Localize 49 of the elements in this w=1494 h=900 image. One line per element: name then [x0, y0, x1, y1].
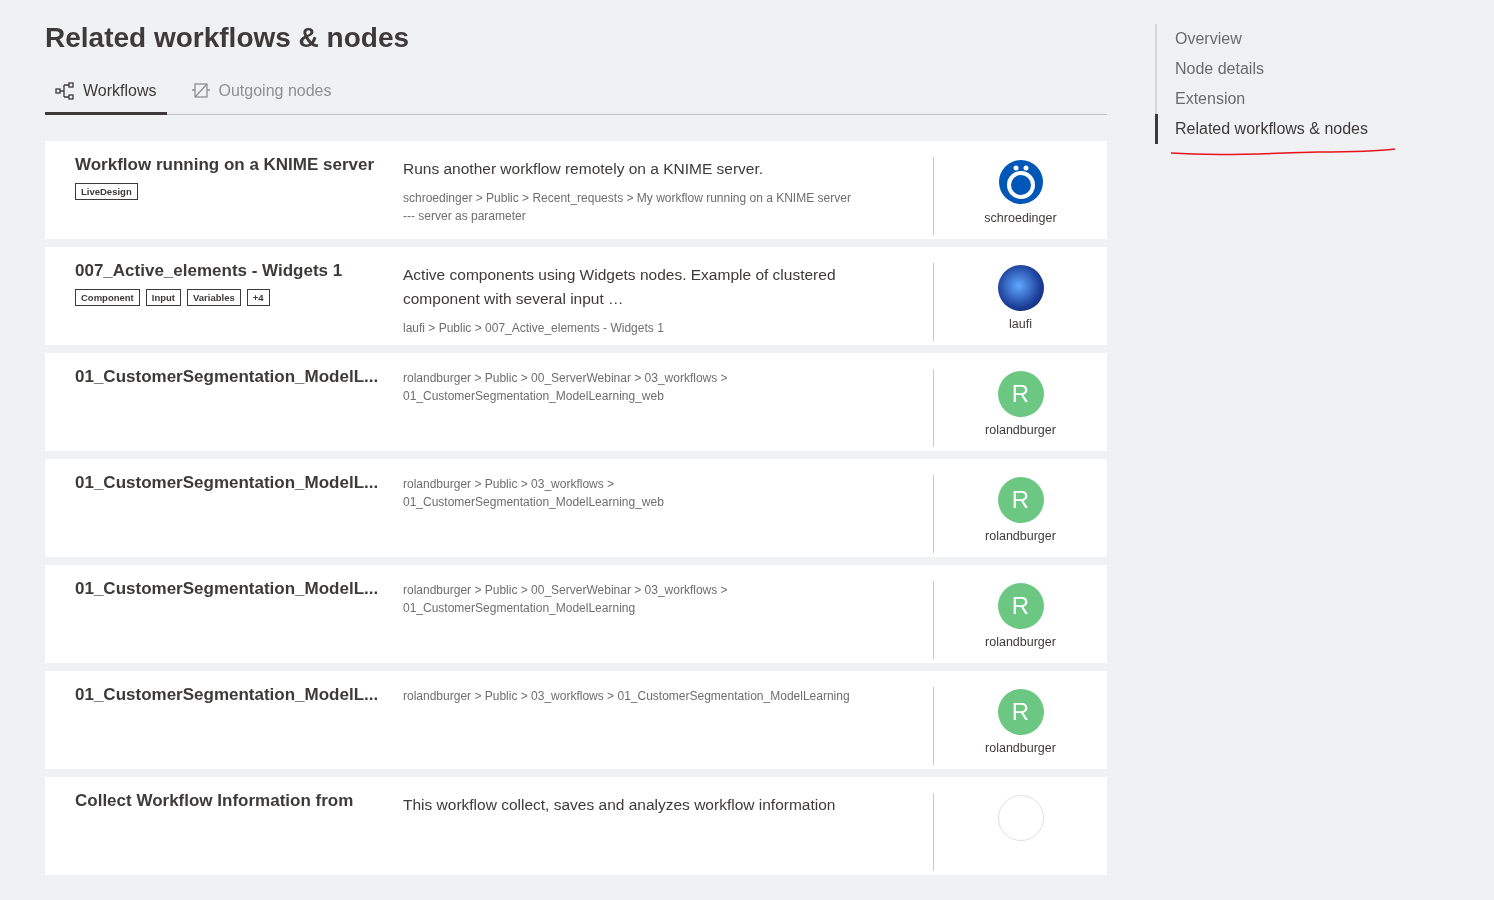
workflow-icon: [55, 82, 75, 100]
workflow-description: This workflow collect, saves and analyzes workflow information: [403, 795, 837, 815]
username[interactable]: rolandburger: [985, 529, 1056, 543]
tag[interactable]: LiveDesign: [75, 183, 138, 200]
username[interactable]: rolandburger: [985, 635, 1056, 649]
username[interactable]: laufi: [1009, 317, 1032, 331]
username[interactable]: schroedinger: [984, 211, 1057, 225]
workflow-path: rolandburger > Public > 00_ServerWebinar > 03_workflows > 01_CustomerSegmentation_ModelLearning: [403, 582, 729, 617]
workflow-card[interactable]: 01_CustomerSegmentation_ModelL... rolandburger > Public > 00_ServerWebinar > 03_workflows > 01_CustomerSegmentation_ModelLearning_web R rolandburger: [45, 353, 1107, 451]
logo-avatar: [997, 159, 1044, 205]
nav-link[interactable]: Extension: [1155, 84, 1399, 114]
letter-avatar: R: [997, 689, 1044, 735]
tag[interactable]: Variables: [187, 289, 241, 306]
workflow-description: Runs another workflow remotely on a KNIME server.: [403, 159, 765, 179]
workflow-card[interactable]: 01_CustomerSegmentation_ModelL... rolandburger > Public > 03_workflows > 01_CustomerSegmentation_ModelLearning R rolandburger: [45, 671, 1107, 769]
workflow-path: schroedinger > Public > Recent_requests > My workflow running on a KNIME server --- server as parameter: [403, 190, 852, 225]
avatar-circle: [997, 795, 1044, 841]
workflow-card[interactable]: 01_CustomerSegmentation_ModelL... rolandburger > Public > 00_ServerWebinar > 03_workflows > 01_CustomerSegmentation_ModelLearning R rolandburger: [45, 565, 1107, 663]
photo-placeholder: [997, 265, 1044, 311]
username[interactable]: rolandburger: [985, 423, 1056, 437]
workflow-description: Active components using Widgets nodes. Example of clustered component with several input …: [403, 265, 837, 309]
letter-avatar: R: [997, 371, 1044, 417]
letter-avatar: R: [997, 477, 1044, 523]
workflow-path: rolandburger > Public > 03_workflows > 01_CustomerSegmentation_ModelLearning: [403, 688, 851, 705]
tab[interactable]: Workflows: [45, 74, 167, 115]
username[interactable]: rolandburger: [985, 741, 1056, 755]
workflow-title[interactable]: Workflow running on a KNIME server: [75, 155, 403, 175]
workflow-title[interactable]: 01_CustomerSegmentation_ModelL...: [75, 473, 403, 493]
node-icon: [190, 82, 211, 100]
workflow-title[interactable]: 01_CustomerSegmentation_ModelL...: [75, 685, 403, 705]
nav-link[interactable]: Related workflows & nodes: [1155, 114, 1399, 144]
workflow-title[interactable]: 007_Active_elements - Widgets 1: [75, 261, 403, 281]
letter-avatar: R: [997, 583, 1044, 629]
tag[interactable]: Component: [75, 289, 140, 306]
section-heading: Related workflows & nodes: [45, 22, 411, 54]
workflow-title[interactable]: 01_CustomerSegmentation_ModelL...: [75, 367, 403, 387]
nav-link[interactable]: Overview: [1155, 24, 1399, 54]
workflow-title[interactable]: 01_CustomerSegmentation_ModelL...: [75, 579, 403, 599]
workflow-card[interactable]: 01_CustomerSegmentation_ModelL... rolandburger > Public > 03_workflows > 01_CustomerSegmentation_ModelLearning_web R rolandburger: [45, 459, 1107, 557]
workflow-title[interactable]: Collect Workflow Information from: [75, 791, 403, 811]
nav-link[interactable]: Node details: [1155, 54, 1399, 84]
workflow-path: laufi > Public > 007_Active_elements - Widgets 1: [403, 320, 665, 337]
workflow-path: rolandburger > Public > 03_workflows > 01_CustomerSegmentation_ModelLearning_web: [403, 476, 665, 511]
tag[interactable]: Input: [145, 289, 181, 306]
workflow-card[interactable]: Collect Workflow Information from This workflow collect, saves and analyzes workflow information: [45, 777, 1107, 875]
tag[interactable]: +4: [246, 289, 270, 306]
workflow-path: rolandburger > Public > 00_ServerWebinar > 03_workflows > 01_CustomerSegmentation_ModelLearning_web: [403, 370, 729, 405]
workflow-card[interactable]: [45, 141, 1107, 239]
workflow-card[interactable]: [45, 247, 1107, 345]
